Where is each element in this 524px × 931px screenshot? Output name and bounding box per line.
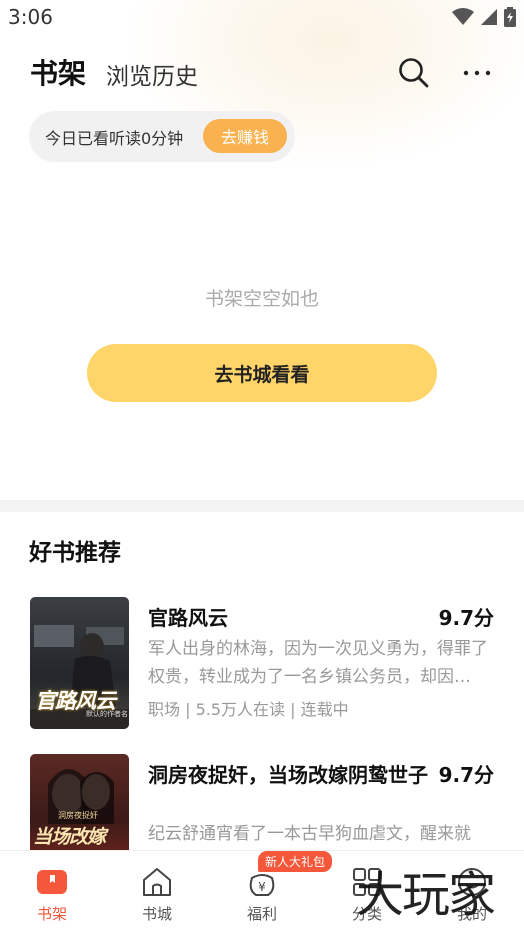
search-icon — [399, 58, 429, 88]
tab-bookshelf[interactable]: 书架 — [30, 52, 86, 92]
go-to-store-button[interactable]: 去书城看看 — [87, 344, 437, 402]
tab-browse-history[interactable]: 浏览历史 — [106, 57, 198, 91]
earn-money-button[interactable]: 去赚钱 — [203, 119, 287, 153]
new-user-gift-badge: 新人大礼包 — [258, 851, 333, 872]
reading-time-banner: 今日已看听读0分钟 去赚钱 — [29, 111, 295, 162]
more-button[interactable] — [460, 56, 494, 90]
nav-label: 书城 — [141, 905, 172, 923]
status-bar: 3:06 — [0, 0, 524, 34]
status-time: 3:06 — [8, 5, 53, 29]
book-item[interactable]: 官路风云 默认的作者名 官路风云 9.7分 军人出身的林海，因为一次见义勇为，得… — [30, 597, 500, 732]
reading-time-text: 今日已看听读0分钟 — [45, 129, 184, 148]
book-cover-subtitle: 默认的作者名 — [86, 710, 128, 718]
wifi-icon — [452, 8, 474, 25]
nav-item-bookshelf[interactable]: 书架 — [0, 851, 104, 931]
book-score: 9.7分 — [438, 763, 494, 787]
svg-text:¥: ¥ — [258, 880, 266, 894]
status-icons — [452, 7, 516, 27]
book-title: 官路风云 — [148, 606, 228, 630]
nav-label: 书架 — [36, 905, 67, 923]
empty-shelf-message: 书架空空如也 — [204, 288, 319, 310]
header: 书架 浏览历史 — [0, 44, 524, 100]
signal-icon — [481, 9, 497, 25]
nav-item-store[interactable]: 书城 — [105, 851, 209, 931]
book-title: 洞房夜捉奸，当场改嫁阴鸷世子 — [148, 763, 428, 787]
book-cover-subtitle: 洞房夜捉奸 — [58, 811, 98, 820]
book-cover: 官路风云 默认的作者名 — [30, 597, 129, 729]
section-divider — [0, 500, 524, 512]
bookshelf-icon — [37, 870, 67, 894]
store-icon — [143, 868, 171, 896]
book-meta: 职场 | 5.5万人在读 | 连载中 — [148, 700, 349, 719]
book-item[interactable]: 洞房夜捉奸 当场改嫁 洞房夜捉奸，当场改嫁阴鸷世子 9.7分 纪云舒通宵看了一本… — [30, 754, 500, 850]
battery-icon — [504, 7, 516, 27]
book-cover-title: 当场改嫁 — [33, 826, 106, 848]
book-cover: 洞房夜捉奸 当场改嫁 — [30, 754, 129, 850]
book-score: 9.7分 — [438, 606, 494, 630]
watermark: 大玩家 — [356, 867, 496, 923]
recommendations-title: 好书推荐 — [29, 540, 121, 566]
search-button[interactable] — [397, 56, 431, 90]
book-description: 纪云舒通宵看了一本古早狗血虐文，醒来就 — [148, 824, 471, 844]
nav-label: 福利 — [246, 905, 277, 923]
book-description: 军人出身的林海，因为一次见义勇为，得罪了权贵，转业成为了一名乡镇公务员，却因… — [148, 639, 488, 687]
more-icon — [463, 70, 491, 76]
